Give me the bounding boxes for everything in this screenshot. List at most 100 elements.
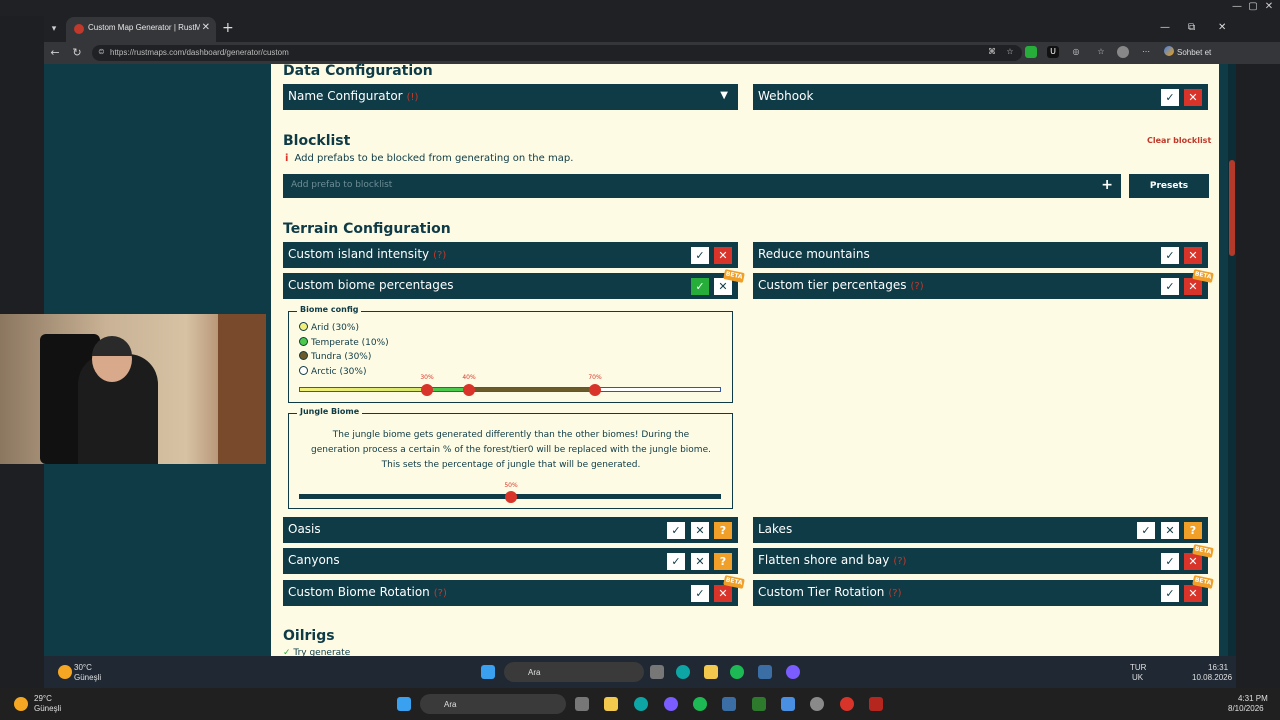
biome-slider-handle-1[interactable] — [421, 384, 433, 396]
clock-bottom[interactable]: 4:31 PM — [1238, 694, 1268, 703]
site-info-icon[interactable]: ⊜ — [98, 47, 105, 56]
chrome-icon[interactable] — [840, 697, 854, 711]
biome-slider-handle-3[interactable] — [589, 384, 601, 396]
reduce-mountains-disable-button[interactable]: ✕ — [1184, 247, 1202, 264]
taskbar-search-bottom[interactable] — [420, 694, 566, 714]
discord-icon[interactable] — [664, 697, 678, 711]
file-manager-icon[interactable] — [650, 665, 664, 679]
jungle-slider-label: 50% — [504, 482, 518, 489]
minimize-button[interactable]: — — [1160, 22, 1170, 33]
biome-slider-track[interactable] — [299, 387, 721, 392]
windows-start-icon[interactable] — [397, 697, 411, 711]
reload-icon[interactable]: ↻ — [70, 46, 84, 59]
biome-rotation-enable-button[interactable]: ✓ — [691, 585, 709, 602]
chat-button[interactable]: Sohbet et — [1160, 45, 1215, 61]
steam-icon[interactable] — [758, 665, 772, 679]
custom-island-enable-button[interactable]: ✓ — [691, 247, 709, 264]
weather-sun-icon — [58, 665, 72, 679]
lakes-disable-button[interactable]: ✕ — [1161, 522, 1179, 539]
flatten-shore-disable-button[interactable]: ✕ — [1184, 553, 1202, 570]
jungle-description: The jungle biome gets generated differen… — [311, 430, 711, 470]
reduce-mountains-label: Reduce mountains — [758, 247, 870, 261]
new-tab-button[interactable]: + — [222, 20, 234, 36]
windows-start-icon[interactable] — [481, 665, 495, 679]
spotify-icon[interactable] — [693, 697, 707, 711]
biome-tundra: Tundra (30%) — [299, 351, 371, 362]
task-view-icon[interactable] — [575, 697, 589, 711]
taskbar-search-top[interactable] — [504, 662, 644, 682]
presets-button[interactable]: Presets — [1129, 174, 1209, 198]
folder-icon[interactable] — [704, 665, 718, 679]
custom-biome-enable-button[interactable]: ✓ — [691, 278, 709, 295]
back-icon[interactable]: ← — [48, 46, 62, 59]
close-window-button[interactable]: ✕ — [1218, 22, 1226, 33]
extension-puzzle-icon[interactable]: ◎ — [1070, 46, 1082, 58]
profile-avatar[interactable] — [1117, 46, 1129, 58]
rust-app-icon[interactable] — [869, 697, 883, 711]
reduce-mountains-panel: Reduce mountains ✓ ✕ — [753, 242, 1208, 268]
custom-tier-enable-button[interactable]: ✓ — [1161, 278, 1179, 295]
maximize-icon[interactable]: ▢ — [1246, 1, 1260, 12]
language-top-2[interactable]: UK — [1132, 673, 1143, 682]
extension-dark-icon[interactable]: U — [1047, 46, 1059, 58]
tab-title: Custom Map Generator | RustMaps — [88, 23, 200, 32]
add-prefab-icon[interactable]: + — [1101, 177, 1113, 193]
favicon-icon — [74, 24, 84, 34]
oasis-help-button[interactable]: ? — [714, 522, 732, 539]
date-top[interactable]: 10.08.2026 — [1192, 673, 1232, 682]
settings-icon[interactable] — [810, 697, 824, 711]
extension-green-icon[interactable] — [1025, 46, 1037, 58]
notes-icon[interactable] — [781, 697, 795, 711]
browser-tab[interactable]: Custom Map Generator | RustMaps ✕ — [66, 17, 216, 42]
address-bar[interactable]: ⊜ https://rustmaps.com/dashboard/generat… — [92, 45, 1022, 61]
reduce-mountains-enable-button[interactable]: ✓ — [1161, 247, 1179, 264]
lakes-help-button[interactable]: ? — [1184, 522, 1202, 539]
tier-rotation-enable-button[interactable]: ✓ — [1161, 585, 1179, 602]
oasis-disable-button[interactable]: ✕ — [691, 522, 709, 539]
scrollbar-thumb[interactable] — [1229, 160, 1235, 256]
webhook-enable-button[interactable]: ✓ — [1161, 89, 1179, 106]
custom-island-disable-button[interactable]: ✕ — [714, 247, 732, 264]
date-bottom[interactable]: 8/10/2026 — [1228, 704, 1264, 713]
flatten-shore-enable-button[interactable]: ✓ — [1161, 553, 1179, 570]
name-configurator-dropdown[interactable]: Name Configurator (!) ▼ — [283, 84, 738, 110]
edge-icon[interactable] — [634, 697, 648, 711]
bookmark-star-icon[interactable]: ☆ — [1004, 46, 1016, 58]
terminal-icon[interactable] — [752, 697, 766, 711]
custom-biome-disable-button[interactable]: ✕ — [714, 278, 732, 295]
edge-icon[interactable] — [676, 665, 690, 679]
tab-search-icon[interactable]: ▾ — [46, 21, 62, 37]
temperate-color-dot — [299, 337, 308, 346]
lakes-panel: Lakes ✓ ✕ ? — [753, 517, 1208, 543]
blocklist-input[interactable]: Add prefab to blocklist + — [283, 174, 1121, 198]
folder-icon[interactable] — [604, 697, 618, 711]
favorites-icon[interactable]: ☆ — [1095, 46, 1107, 58]
menu-icon[interactable]: ⋯ — [1140, 46, 1152, 58]
canyons-enable-button[interactable]: ✓ — [667, 553, 685, 570]
clear-blocklist-link[interactable]: Clear blocklist — [1147, 136, 1211, 145]
minimize-icon[interactable]: — — [1230, 1, 1244, 12]
arctic-color-dot — [299, 366, 308, 375]
canyons-help-button[interactable]: ? — [714, 553, 732, 570]
lakes-enable-button[interactable]: ✓ — [1137, 522, 1155, 539]
page-scrollbar[interactable] — [1228, 64, 1236, 656]
custom-tier-disable-button[interactable]: ✕ — [1184, 278, 1202, 295]
oilrigs-heading: Oilrigs — [283, 628, 335, 644]
jungle-slider-handle[interactable] — [505, 491, 517, 503]
discord-icon[interactable] — [786, 665, 800, 679]
spotify-icon[interactable] — [730, 665, 744, 679]
restore-button[interactable]: ⧉ — [1188, 22, 1195, 33]
outer-taskbar: 29°C Güneşli Ara 4:31 PM 8/10/2026 — [0, 688, 1280, 720]
webhook-disable-button[interactable]: ✕ — [1184, 89, 1202, 106]
close-icon[interactable]: ✕ — [1262, 1, 1276, 12]
canyons-disable-button[interactable]: ✕ — [691, 553, 709, 570]
biome-slider-handle-2[interactable] — [463, 384, 475, 396]
language-top[interactable]: TUR — [1130, 663, 1146, 672]
biome-rotation-disable-button[interactable]: ✕ — [714, 585, 732, 602]
clock-top[interactable]: 16:31 — [1208, 663, 1228, 672]
translate-icon[interactable]: ⌘ — [986, 46, 998, 58]
tab-close-icon[interactable]: ✕ — [202, 22, 210, 33]
tier-rotation-disable-button[interactable]: ✕ — [1184, 585, 1202, 602]
oasis-enable-button[interactable]: ✓ — [667, 522, 685, 539]
steam-icon[interactable] — [722, 697, 736, 711]
